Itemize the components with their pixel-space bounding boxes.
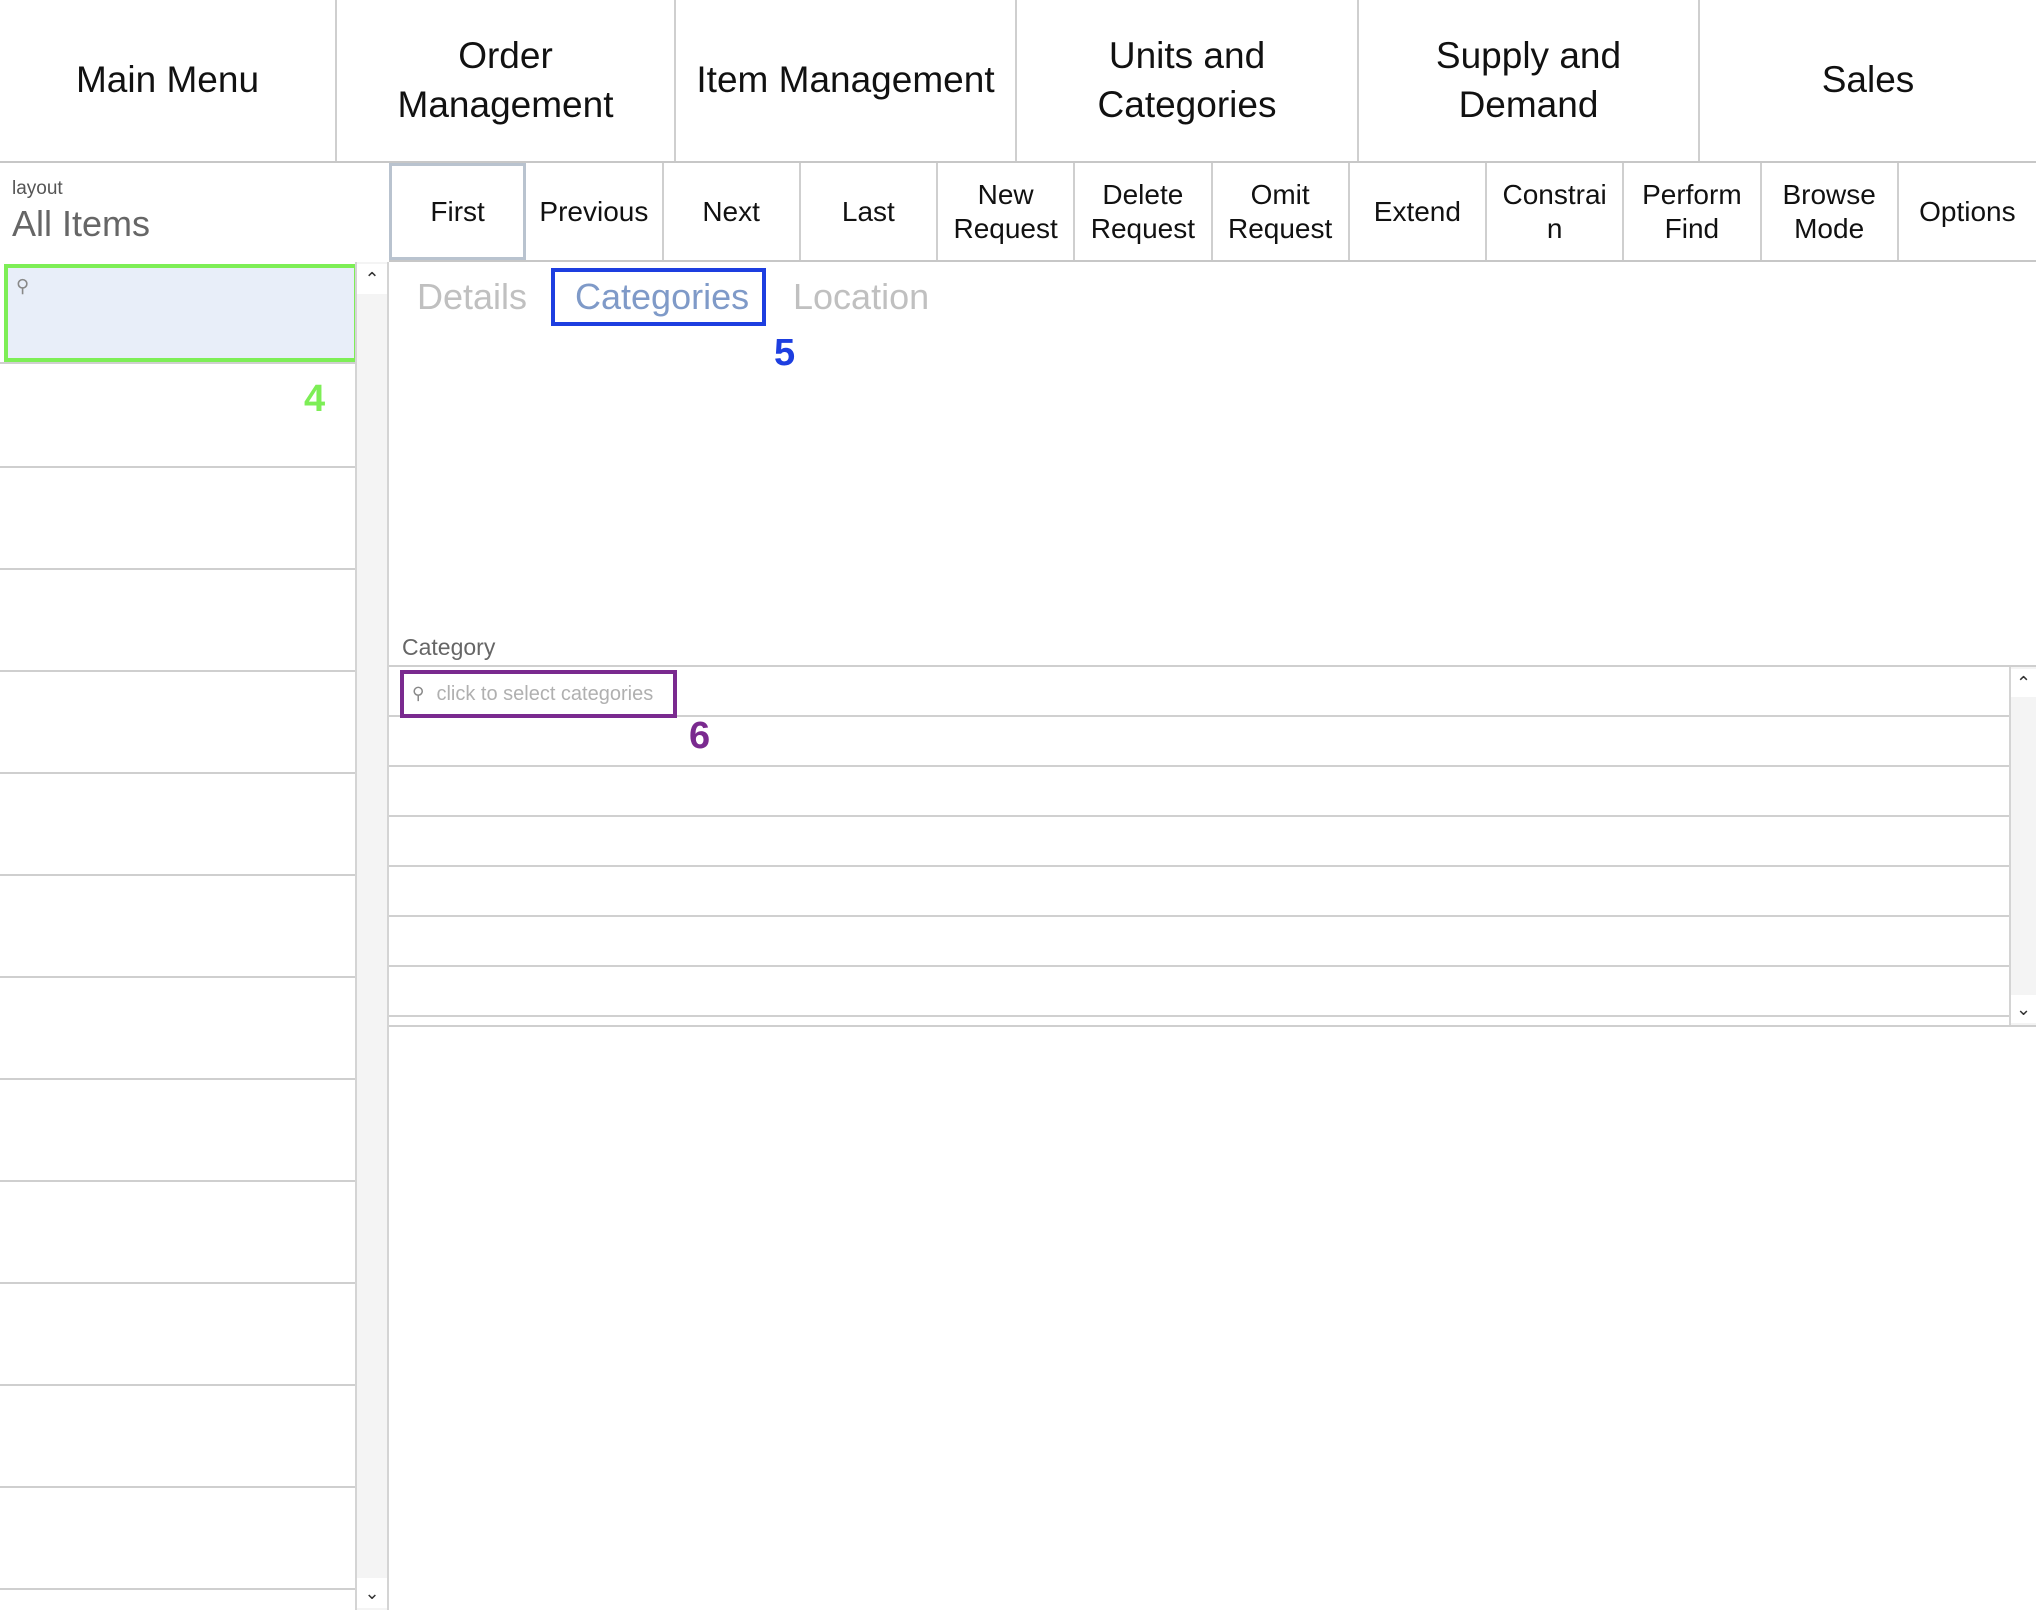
previous-button[interactable]: Previous (526, 163, 664, 260)
table-row[interactable] (389, 817, 2009, 867)
chevron-down-icon[interactable]: ⌄ (357, 1578, 387, 1608)
record-list: ⚲ 4 (0, 262, 358, 1610)
portal-scrollbar[interactable]: ⌃ ⌄ (2009, 667, 2036, 1025)
marker-label: 5 (774, 332, 796, 374)
table-row[interactable] (389, 717, 2009, 767)
list-item[interactable] (0, 1182, 355, 1284)
first-button[interactable]: First (389, 163, 527, 260)
extend-button[interactable]: Extend (1350, 163, 1487, 260)
nav-units-and-categories[interactable]: Units and Categories (1017, 0, 1359, 161)
table-row[interactable] (389, 967, 2009, 1017)
nav-main-menu[interactable]: Main Menu (0, 0, 337, 161)
chevron-down-icon[interactable]: ⌄ (2011, 995, 2036, 1023)
perform-find-button[interactable]: Perform Find (1624, 163, 1762, 260)
list-item[interactable] (0, 468, 355, 570)
omit-request-button[interactable]: Omit Request (1213, 163, 1350, 260)
table-row[interactable] (389, 917, 2009, 967)
list-item[interactable] (0, 1386, 355, 1488)
nav-supply-and-demand[interactable]: Supply and Demand (1359, 0, 1700, 161)
category-search-placeholder: click to select categories (436, 682, 654, 705)
layout-label: layout (12, 178, 63, 199)
list-item[interactable] (0, 570, 355, 672)
marker-label: 6 (689, 715, 711, 757)
list-scrollbar[interactable]: ⌃ ⌄ (355, 262, 389, 1610)
options-button[interactable]: Options (1899, 163, 2036, 260)
constrain-button[interactable]: Constrai n (1487, 163, 1625, 260)
delete-request-button[interactable]: Delete Request (1075, 163, 1213, 260)
tab-categories[interactable]: Categories (551, 268, 766, 326)
nav-sales[interactable]: Sales (1700, 0, 2036, 161)
category-portal: ⚲ click to select categories ⌃ ⌄ (389, 665, 2036, 1027)
record-toolbar: First Previous Next Last New Request Del… (389, 163, 2036, 262)
category-search-field[interactable]: ⚲ click to select categories (400, 670, 677, 718)
browse-mode-button[interactable]: Browse Mode (1762, 163, 1899, 260)
list-item[interactable] (0, 262, 355, 364)
tab-location[interactable]: Location (793, 268, 929, 326)
nav-order-management[interactable]: Order Management (337, 0, 676, 161)
list-item[interactable] (0, 364, 355, 468)
table-row[interactable] (389, 767, 2009, 817)
layout-selector[interactable]: All Items (12, 206, 389, 242)
search-icon: ⚲ (412, 684, 425, 703)
list-item[interactable] (0, 876, 355, 978)
chevron-up-icon[interactable]: ⌃ (357, 264, 387, 294)
list-item[interactable] (0, 672, 355, 774)
table-row[interactable] (389, 867, 2009, 917)
nav-item-management[interactable]: Item Management (676, 0, 1017, 161)
next-button[interactable]: Next (664, 163, 801, 260)
list-item[interactable] (0, 978, 355, 1080)
last-button[interactable]: Last (801, 163, 938, 260)
category-label: Category (402, 634, 496, 660)
list-item[interactable] (0, 1284, 355, 1386)
list-item[interactable] (0, 774, 355, 876)
new-request-button[interactable]: New Request (938, 163, 1076, 260)
tab-details[interactable]: Details (417, 268, 527, 326)
top-navigation: Main Menu Order Management Item Manageme… (0, 0, 2036, 163)
list-item[interactable] (0, 1080, 355, 1182)
list-item[interactable] (0, 1488, 355, 1590)
layout-header: layout All Items (0, 163, 389, 262)
chevron-up-icon[interactable]: ⌃ (2011, 669, 2036, 697)
